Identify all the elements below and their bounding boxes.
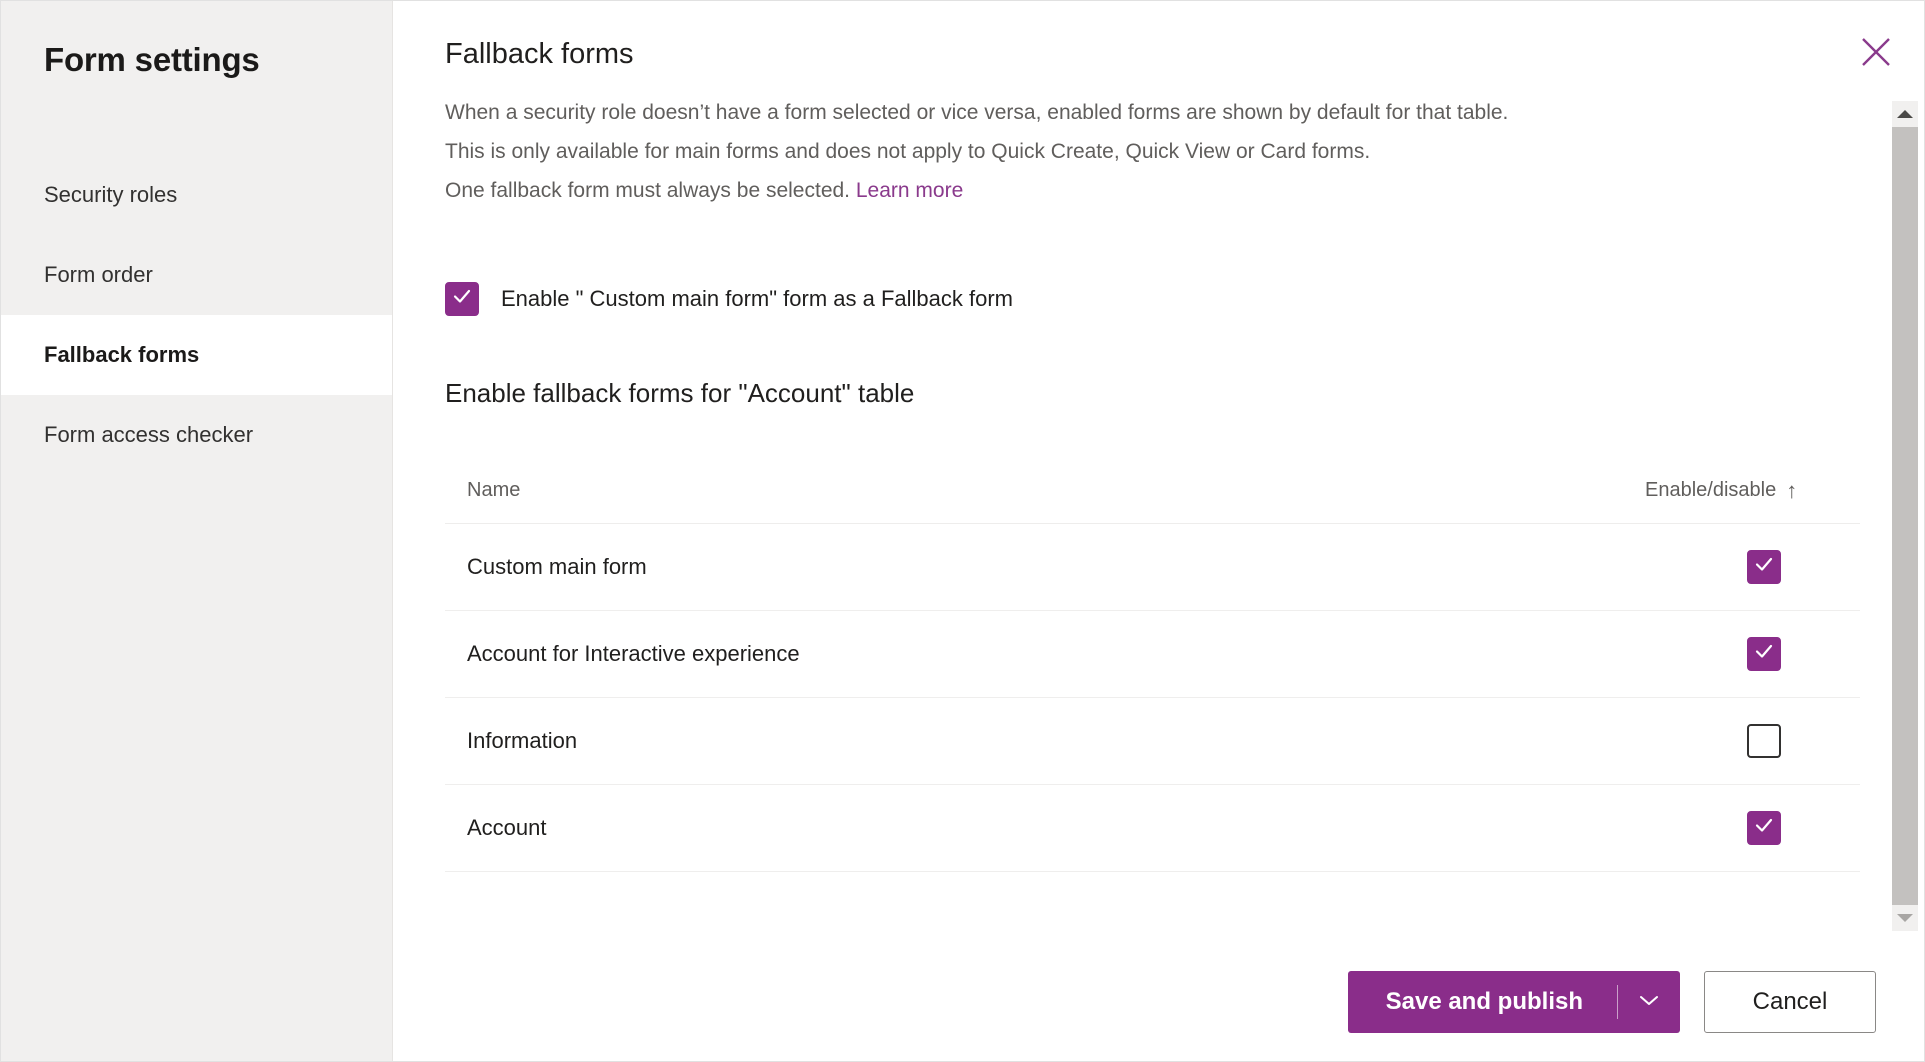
row-enable-cell <box>1185 724 1860 758</box>
row-enable-cell <box>1185 550 1860 584</box>
master-fallback-checkbox-label: Enable " Custom main form" form as a Fal… <box>501 286 1013 312</box>
description-line-3: One fallback form must always be selecte… <box>445 179 850 202</box>
table-row[interactable]: Account <box>445 785 1860 872</box>
checkmark-icon <box>451 285 473 312</box>
checkmark-icon <box>1753 814 1775 841</box>
learn-more-link[interactable]: Learn more <box>856 179 963 202</box>
save-options-dropdown-button[interactable] <box>1618 971 1680 1033</box>
row-enable-cell <box>1185 811 1860 845</box>
close-button[interactable] <box>1854 31 1898 75</box>
table-row[interactable]: Custom main form <box>445 524 1860 611</box>
sidebar: Form settings Security roles Form order … <box>1 1 393 1061</box>
vertical-scrollbar[interactable] <box>1892 101 1918 931</box>
table-header-row: Name Enable/disable ↑ <box>445 465 1860 524</box>
save-and-publish-button[interactable]: Save and publish <box>1348 988 1617 1016</box>
column-header-name[interactable]: Name <box>445 479 1185 502</box>
chevron-down-icon <box>1638 993 1660 1012</box>
scroll-down-arrow-icon[interactable] <box>1892 905 1918 931</box>
sidebar-item-form-order[interactable]: Form order <box>1 235 392 315</box>
form-settings-dialog: Form settings Security roles Form order … <box>0 0 1925 1062</box>
column-header-enable-disable[interactable]: Enable/disable ↑ <box>1185 479 1860 502</box>
sidebar-item-form-access-checker[interactable]: Form access checker <box>1 395 392 475</box>
sidebar-item-security-roles[interactable]: Security roles <box>1 155 392 235</box>
panel-description: When a security role doesn’t have a form… <box>445 93 1865 210</box>
row-enable-cell <box>1185 637 1860 671</box>
sidebar-title: Form settings <box>44 41 260 79</box>
sidebar-item-label: Form order <box>44 262 153 288</box>
row-enable-checkbox[interactable] <box>1747 811 1781 845</box>
master-fallback-checkbox-row[interactable]: Enable " Custom main form" form as a Fal… <box>445 282 1924 316</box>
sidebar-item-label: Form access checker <box>44 422 253 448</box>
sidebar-item-label: Fallback forms <box>44 342 199 368</box>
sidebar-item-fallback-forms[interactable]: Fallback forms <box>1 315 392 395</box>
description-line-1: When a security role doesn’t have a form… <box>445 101 1508 124</box>
sort-ascending-arrow-icon: ↑ <box>1786 480 1797 502</box>
sidebar-nav: Security roles Form order Fallback forms… <box>1 155 392 475</box>
save-and-publish-split-button[interactable]: Save and publish <box>1348 971 1680 1033</box>
master-fallback-checkbox[interactable] <box>445 282 479 316</box>
table-row[interactable]: Information <box>445 698 1860 785</box>
dialog-footer: Save and publish Cancel <box>393 943 1924 1061</box>
row-name: Custom main form <box>445 554 1185 580</box>
description-line-2: This is only available for main forms an… <box>445 140 1370 163</box>
section-title: Enable fallback forms for "Account" tabl… <box>445 378 1924 409</box>
checkmark-icon <box>1753 640 1775 667</box>
sidebar-item-label: Security roles <box>44 182 177 208</box>
row-name: Account <box>445 815 1185 841</box>
column-header-enable-disable-label: Enable/disable <box>1645 479 1776 502</box>
row-name: Information <box>445 728 1185 754</box>
table-row[interactable]: Account for Interactive experience <box>445 611 1860 698</box>
scroll-up-arrow-icon[interactable] <box>1892 101 1918 127</box>
panel-header: Fallback forms When a security role does… <box>393 1 1924 210</box>
row-enable-checkbox[interactable] <box>1747 724 1781 758</box>
row-name: Account for Interactive experience <box>445 641 1185 667</box>
scrollbar-thumb[interactable] <box>1892 127 1918 905</box>
fallback-forms-table: Name Enable/disable ↑ Custom main form <box>445 465 1860 872</box>
cancel-button[interactable]: Cancel <box>1704 971 1876 1033</box>
close-icon <box>1859 35 1893 72</box>
checkmark-icon <box>1753 553 1775 580</box>
page-title: Fallback forms <box>445 39 1924 71</box>
main-panel: Fallback forms When a security role does… <box>393 1 1924 1061</box>
row-enable-checkbox[interactable] <box>1747 550 1781 584</box>
row-enable-checkbox[interactable] <box>1747 637 1781 671</box>
